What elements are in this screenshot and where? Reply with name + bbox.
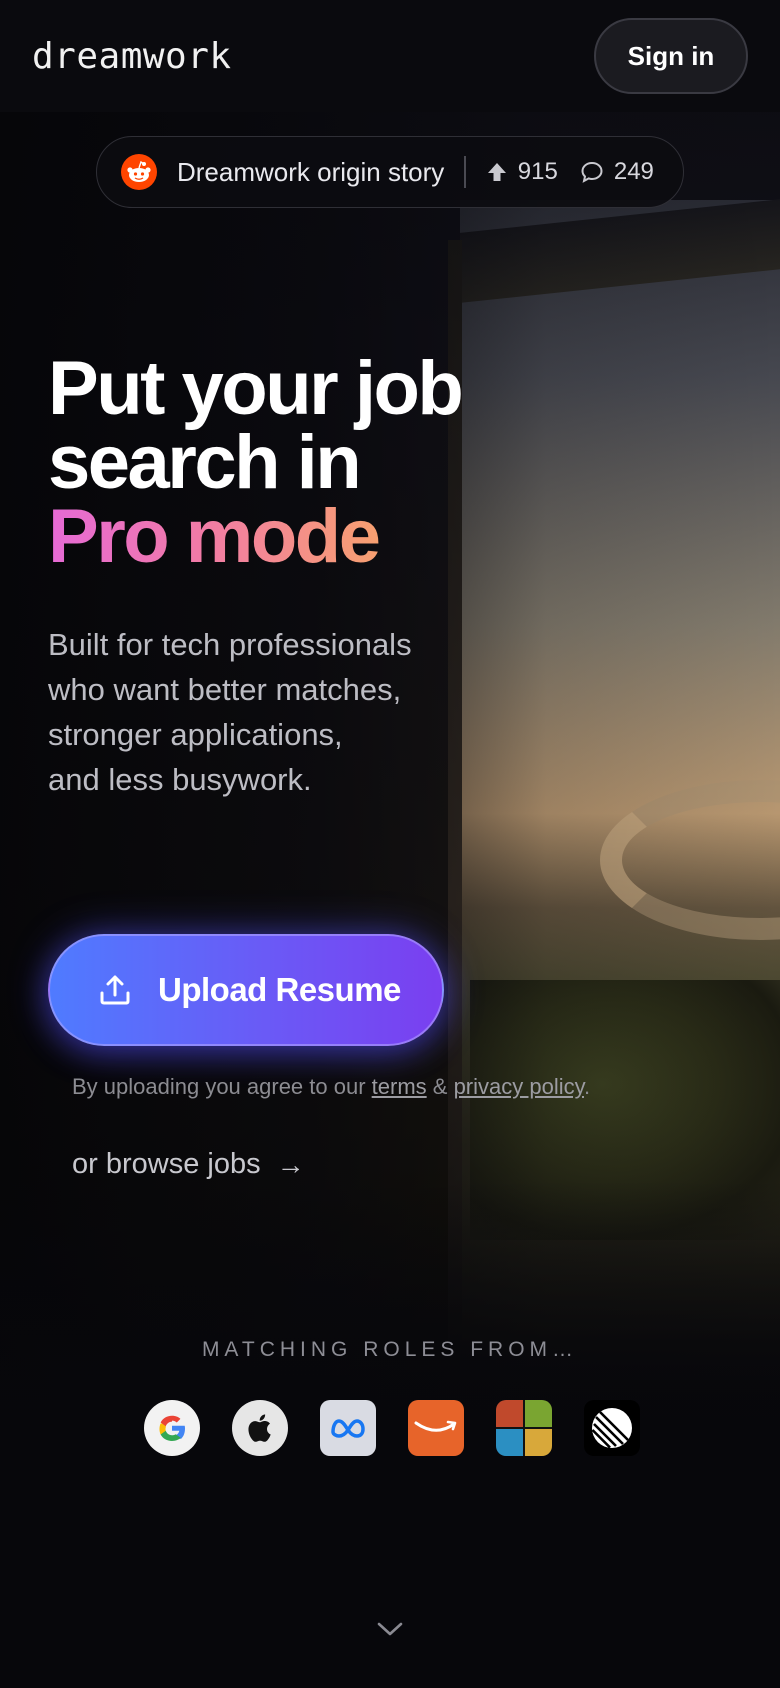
upvote-count: 915: [517, 158, 558, 185]
pill-divider: [464, 156, 466, 188]
origin-story-title: Dreamwork origin story: [177, 156, 445, 187]
headline-line-2: search in: [48, 420, 362, 505]
upvote-stat: 915: [486, 158, 558, 186]
comment-stat: 249: [580, 158, 654, 186]
headline-accent: Pro mode: [48, 494, 381, 579]
upload-resume-label: Upload Resume: [158, 971, 401, 1008]
top-nav: dreamwork Sign in: [0, 0, 780, 112]
privacy-policy-link[interactable]: privacy policy: [454, 1074, 584, 1099]
comment-count: 249: [613, 158, 654, 185]
upload-icon: [100, 975, 130, 1005]
subtitle-line-3: stronger applications,: [48, 717, 343, 752]
subtitle-line-1: Built for tech professionals: [48, 627, 412, 662]
company-logos-row: [144, 1400, 640, 1456]
amazon-logo: [408, 1400, 464, 1456]
upload-resume-button[interactable]: Upload Resume: [48, 934, 444, 1046]
headline-line-1: Put your job: [48, 346, 464, 431]
consent-amp: &: [426, 1074, 454, 1099]
origin-story-pill[interactable]: Dreamwork origin story 915 249: [96, 136, 684, 208]
meta-logo: [320, 1400, 376, 1456]
matching-roles-heading: MATCHING ROLES FROM…: [201, 1338, 579, 1361]
arrow-right-icon: →: [276, 1148, 305, 1180]
subtitle-line-2: who want better matches,: [48, 672, 402, 707]
browse-jobs-label: or browse jobs: [72, 1148, 261, 1180]
scroll-down-chevron-icon[interactable]: [376, 1620, 404, 1643]
browse-jobs-link[interactable]: or browse jobs →: [72, 1148, 305, 1181]
consent-period: .: [583, 1074, 591, 1099]
apple-logo: [232, 1400, 288, 1456]
brand-logo[interactable]: dreamwork: [32, 36, 232, 77]
linear-logo: [584, 1400, 640, 1456]
reddit-icon: [121, 154, 157, 190]
hero-headline: Put your job search in Pro mode: [48, 351, 464, 575]
upload-consent-text: By uploading you agree to our terms & pr…: [72, 1074, 590, 1100]
terms-link[interactable]: terms: [372, 1074, 427, 1099]
microsoft-logo: [496, 1400, 552, 1456]
upvote-icon: [487, 163, 506, 181]
sign-in-button[interactable]: Sign in: [594, 18, 748, 94]
comment-icon: [581, 161, 603, 183]
google-logo: [144, 1400, 200, 1456]
subtitle-line-4: and less busywork.: [48, 762, 312, 797]
consent-prefix: By uploading you agree to our: [72, 1074, 372, 1099]
hero-subtitle: Built for tech professionals who want be…: [48, 622, 468, 802]
